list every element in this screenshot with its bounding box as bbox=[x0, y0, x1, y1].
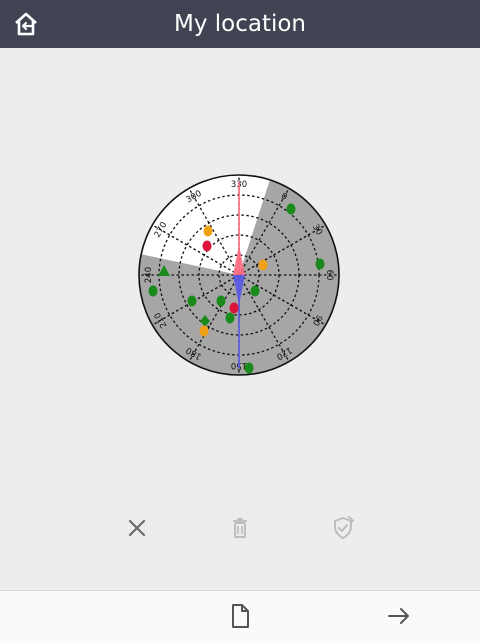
home-button[interactable] bbox=[8, 6, 44, 42]
home-exit-icon bbox=[15, 12, 37, 36]
satellite-marker bbox=[244, 362, 254, 374]
azimuth-label: 240 bbox=[144, 267, 154, 283]
satellite-marker bbox=[315, 258, 325, 270]
document-icon bbox=[232, 604, 249, 628]
satellite-marker bbox=[148, 285, 158, 297]
page-title: My location bbox=[173, 11, 307, 37]
satellite-marker bbox=[250, 285, 260, 297]
action-bar bbox=[0, 500, 480, 556]
satellite-marker bbox=[203, 225, 213, 237]
satellite-marker bbox=[216, 295, 226, 307]
trash-icon bbox=[233, 518, 247, 538]
satellite-marker bbox=[187, 295, 197, 307]
close-icon bbox=[128, 519, 146, 537]
satellite-marker bbox=[225, 312, 235, 324]
document-button[interactable] bbox=[219, 595, 261, 637]
satellite-marker bbox=[258, 259, 268, 271]
azimuth-label: 60 bbox=[324, 270, 334, 281]
delete-button[interactable] bbox=[220, 508, 260, 548]
bottom-bar bbox=[0, 590, 480, 641]
app-header: My location bbox=[0, 0, 480, 48]
satellite-marker bbox=[286, 203, 296, 215]
confirm-location-button[interactable] bbox=[323, 508, 363, 548]
shield-check-edit-icon bbox=[334, 516, 354, 539]
cancel-button[interactable] bbox=[117, 508, 157, 548]
next-button[interactable] bbox=[378, 595, 420, 637]
satellite-skyplot: 3300306090120150180210240270300 bbox=[138, 174, 340, 376]
satellite-marker bbox=[199, 325, 209, 337]
satellite-marker bbox=[229, 302, 239, 314]
satellite-marker bbox=[202, 240, 212, 252]
arrow-right-icon bbox=[388, 608, 409, 624]
